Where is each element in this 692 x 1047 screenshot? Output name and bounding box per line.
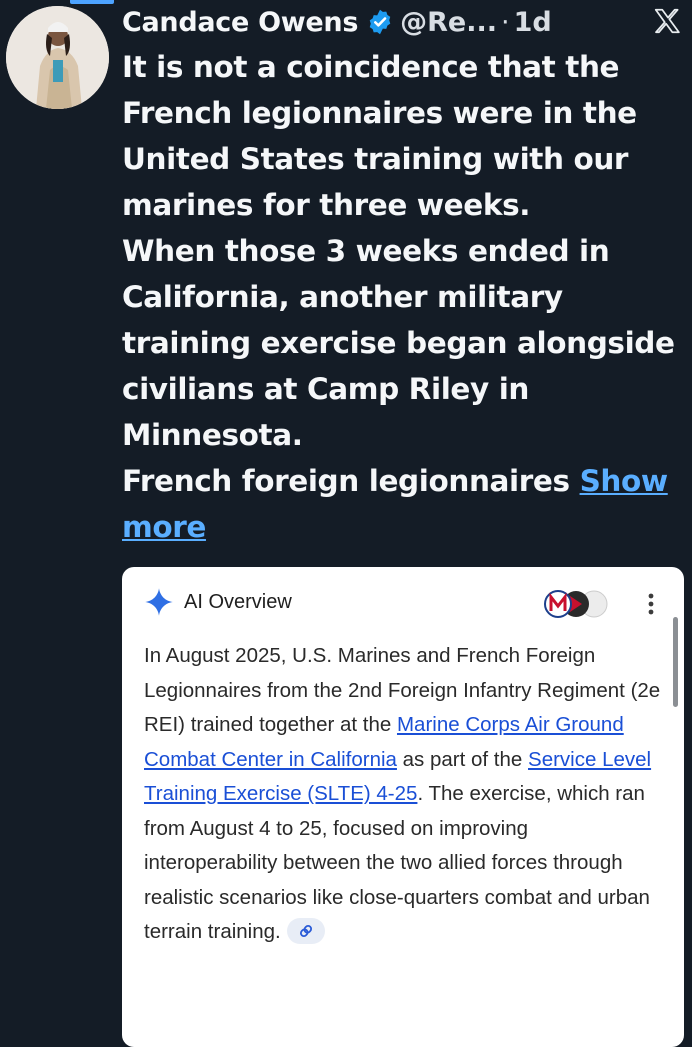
card-scrollbar[interactable] [673, 617, 678, 707]
tweet-text: It is not a coincidence that the French … [122, 50, 675, 498]
source-favicons[interactable] [542, 587, 612, 621]
tweet-header: Candace Owens @Re... · 1d [122, 2, 672, 42]
overview-paragraph-part: as part of the [396, 747, 529, 771]
separator-dot: · [501, 6, 510, 38]
ai-overview-text: In August 2025, U.S. Marines and French … [144, 639, 664, 950]
author-handle[interactable]: @Re... [400, 7, 497, 38]
author-name[interactable]: Candace Owens [122, 7, 358, 38]
top-accent-bar [70, 0, 114, 4]
x-logo-icon[interactable] [652, 6, 682, 36]
ai-overview-title: AI Overview [184, 590, 292, 613]
ai-overview-card: AI Overview In August 2025, U.S. Marines… [122, 567, 684, 1047]
tweet-body: It is not a coincidence that the French … [122, 44, 686, 550]
avatar[interactable] [6, 6, 109, 109]
link-icon[interactable] [286, 917, 325, 944]
timestamp[interactable]: 1d [514, 7, 552, 38]
verified-icon [366, 8, 394, 36]
sparkle-icon [144, 587, 174, 617]
more-vert-icon[interactable] [648, 593, 654, 615]
ai-overview-header: AI Overview [144, 587, 292, 617]
overview-paragraph-part: . The exercise, which ran from August 4 … [144, 782, 650, 943]
